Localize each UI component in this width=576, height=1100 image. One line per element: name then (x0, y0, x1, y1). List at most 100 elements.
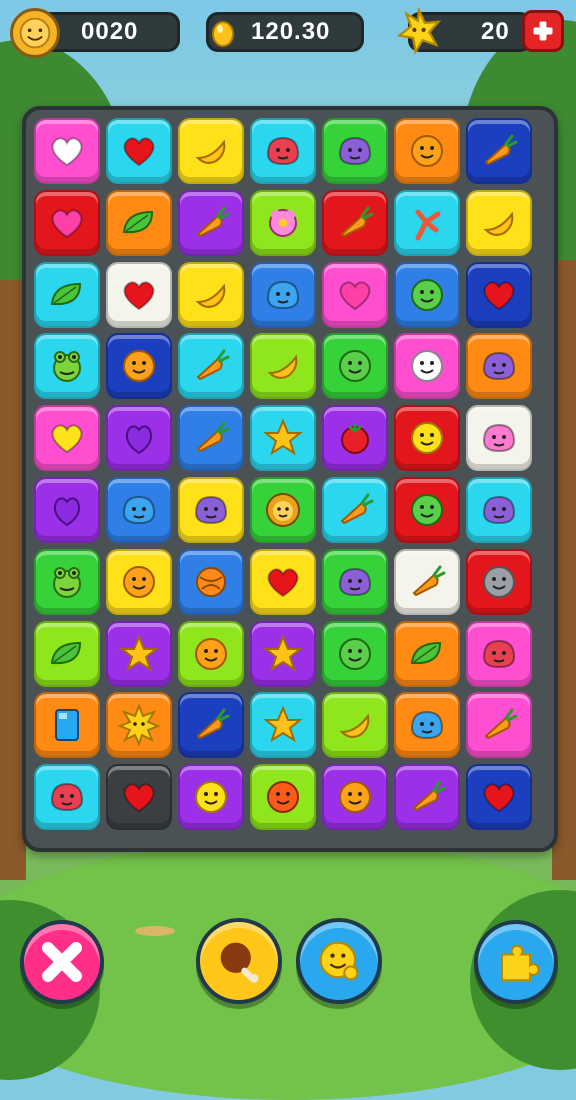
tile[interactable] (250, 548, 316, 615)
tile[interactable] (394, 405, 460, 472)
tile[interactable] (250, 692, 316, 759)
heart-red-icon (267, 568, 299, 597)
tile[interactable] (322, 764, 388, 831)
shuffle-booster-button[interactable] (474, 920, 558, 1004)
blue-blob-icon (266, 280, 300, 309)
tile[interactable] (466, 118, 532, 184)
tile[interactable] (466, 405, 532, 472)
tile[interactable] (178, 333, 244, 400)
player-avatar-icon[interactable] (10, 8, 60, 58)
tile[interactable] (178, 477, 244, 543)
tile[interactable] (178, 189, 244, 256)
green-face-icon (411, 278, 443, 311)
tile[interactable] (178, 405, 244, 472)
tile[interactable] (466, 692, 532, 759)
tile[interactable] (322, 405, 388, 472)
tile[interactable] (34, 118, 100, 184)
tile[interactable] (34, 261, 100, 328)
tile[interactable] (250, 764, 316, 831)
puzzle-icon (500, 944, 540, 982)
tile[interactable] (250, 405, 316, 472)
green-face-icon (339, 637, 371, 670)
tile[interactable] (250, 620, 316, 687)
tile[interactable] (106, 189, 172, 256)
banana-icon (267, 354, 298, 380)
tile[interactable] (394, 477, 460, 543)
tile[interactable] (466, 333, 532, 400)
tile[interactable] (466, 764, 532, 831)
tile[interactable] (322, 548, 388, 615)
tile[interactable] (106, 477, 172, 543)
tile[interactable] (106, 118, 172, 184)
tile[interactable] (34, 692, 100, 759)
tile[interactable] (466, 189, 532, 256)
orange-face-icon (195, 637, 227, 670)
tile[interactable] (466, 548, 532, 615)
green-face-icon (411, 494, 443, 526)
tile[interactable] (394, 620, 460, 687)
hammer-booster-button[interactable] (196, 918, 282, 1004)
tile[interactable] (466, 261, 532, 328)
add-moves-button[interactable] (522, 10, 564, 52)
tile[interactable] (322, 118, 388, 184)
orange-face-icon (123, 565, 155, 598)
tile[interactable] (178, 261, 244, 328)
tile[interactable] (250, 118, 316, 184)
tile[interactable] (394, 118, 460, 184)
star-icon (119, 633, 159, 671)
heart-pink-icon (339, 280, 371, 310)
tile[interactable] (394, 189, 460, 256)
blue-blob-icon (410, 711, 444, 740)
leaf-icon (122, 210, 154, 233)
tile[interactable] (34, 189, 100, 256)
heart-yellow-icon (51, 424, 83, 454)
purple-blob-icon (482, 495, 516, 525)
carrot-icon (340, 206, 374, 238)
tile[interactable] (106, 405, 172, 472)
tile[interactable] (34, 333, 100, 400)
tile[interactable] (394, 548, 460, 615)
tile[interactable] (322, 692, 388, 759)
tile[interactable] (106, 548, 172, 615)
tile[interactable] (394, 692, 460, 759)
tile[interactable] (322, 333, 388, 400)
carrot-icon (196, 206, 230, 238)
tile[interactable] (250, 477, 316, 543)
tile[interactable] (178, 118, 244, 184)
tile[interactable] (178, 692, 244, 759)
moves-value: 20 (481, 18, 510, 45)
tile[interactable] (466, 620, 532, 687)
tile[interactable] (106, 333, 172, 400)
carrot-icon (412, 565, 446, 597)
tile[interactable] (34, 548, 100, 615)
tile[interactable] (250, 189, 316, 256)
sun-icon (117, 703, 161, 748)
heart-purple-icon (125, 425, 153, 455)
tile[interactable] (34, 477, 100, 543)
tile[interactable] (394, 764, 460, 831)
close-button[interactable] (20, 920, 104, 1004)
tile[interactable] (178, 764, 244, 831)
tile[interactable] (322, 261, 388, 328)
tile[interactable] (322, 189, 388, 256)
tile[interactable] (34, 764, 100, 831)
tile[interactable] (394, 333, 460, 400)
tile[interactable] (394, 261, 460, 328)
tile[interactable] (106, 764, 172, 831)
banana-icon (339, 713, 370, 739)
drumstick-icon (220, 942, 259, 983)
tile[interactable] (250, 333, 316, 400)
tile[interactable] (466, 477, 532, 543)
blue-card-icon (55, 709, 79, 742)
tile[interactable] (250, 261, 316, 328)
tile[interactable] (178, 620, 244, 687)
tile[interactable] (322, 477, 388, 543)
tile[interactable] (106, 620, 172, 687)
hint-booster-button[interactable] (296, 918, 382, 1004)
tile[interactable] (34, 405, 100, 472)
tile[interactable] (106, 692, 172, 759)
tile[interactable] (178, 548, 244, 615)
tile[interactable] (106, 261, 172, 328)
tile[interactable] (34, 620, 100, 687)
tile[interactable] (322, 620, 388, 687)
